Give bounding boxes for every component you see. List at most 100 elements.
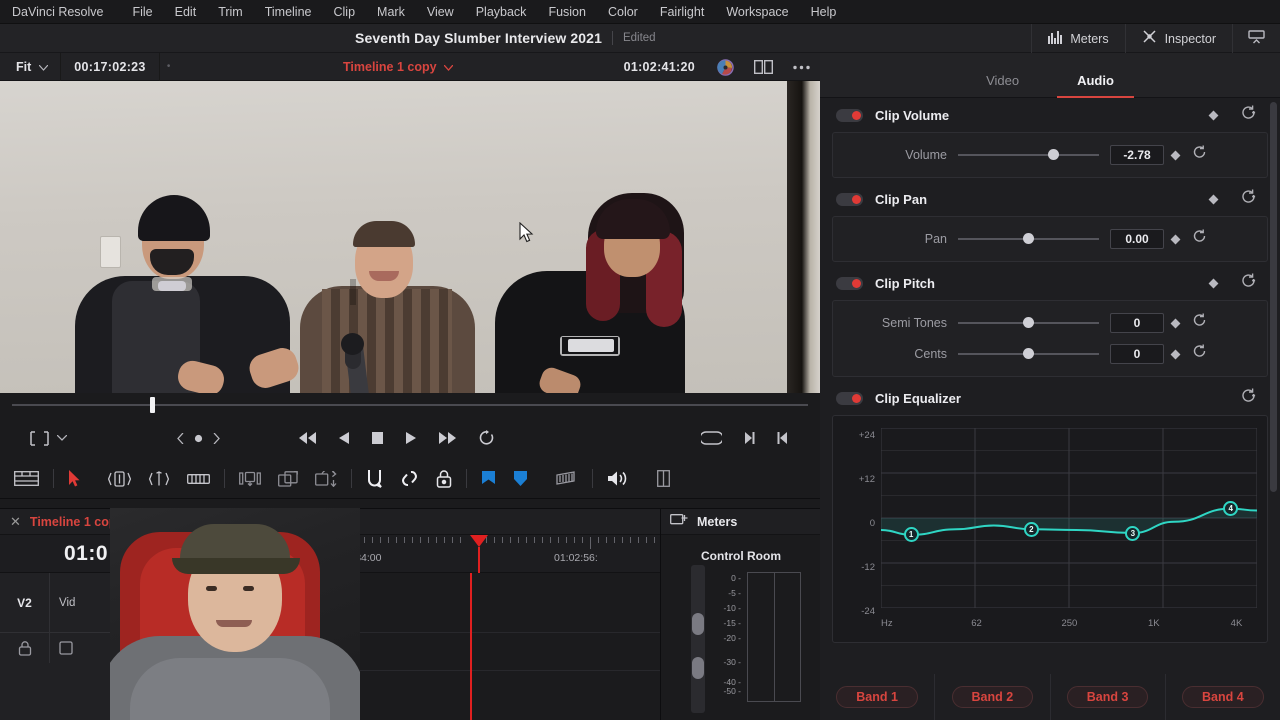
slider-knob[interactable]	[1022, 317, 1034, 328]
meter-fader-handle-1[interactable]	[692, 613, 704, 635]
menu-item-workspace[interactable]: Workspace	[715, 5, 799, 19]
eq-node-1[interactable]: 1	[903, 527, 919, 543]
marker-icon[interactable]	[513, 470, 528, 487]
keyframe-diamond-icon[interactable]	[1164, 230, 1186, 248]
pan-slider[interactable]	[958, 230, 1099, 248]
slider-knob[interactable]	[1022, 348, 1034, 359]
semitones-slider[interactable]	[958, 314, 1099, 332]
split-view-icon[interactable]	[744, 60, 783, 74]
record-timecode[interactable]: 01:02:41:20	[612, 60, 707, 74]
jump-to-start-button[interactable]	[298, 431, 317, 445]
menu-item-fairlight[interactable]: Fairlight	[649, 5, 715, 19]
reset-icon[interactable]	[1186, 313, 1212, 332]
reset-icon[interactable]	[1186, 229, 1212, 248]
next-edit-icon[interactable]	[744, 431, 755, 445]
clip-pitch-toggle[interactable]	[836, 276, 863, 290]
tab-audio[interactable]: Audio	[1057, 73, 1134, 98]
add-marker-icon[interactable]	[193, 433, 204, 444]
keyframe-diamond-icon[interactable]	[1164, 314, 1186, 332]
eq-node-2[interactable]: 2	[1023, 521, 1039, 537]
reset-all-icon[interactable]	[1236, 189, 1262, 209]
scrubber-track[interactable]	[12, 397, 808, 413]
menu-item-trim[interactable]: Trim	[207, 5, 254, 19]
inspector-button[interactable]: Inspector	[1124, 24, 1232, 53]
tab-video[interactable]: Video	[986, 73, 1019, 97]
replace-clip-icon[interactable]	[315, 470, 337, 487]
viewer-scrubber[interactable]	[0, 393, 820, 417]
band-1-button[interactable]: Band 1	[836, 686, 918, 708]
menu-item-clip[interactable]: Clip	[323, 5, 367, 19]
reset-all-icon[interactable]	[1236, 273, 1262, 293]
keyframe-diamond-icon[interactable]	[1164, 345, 1186, 363]
menu-item-color[interactable]: Color	[597, 5, 649, 19]
band-4-button[interactable]: Band 4	[1182, 686, 1264, 708]
inspector-scrollbar[interactable]	[1270, 102, 1277, 492]
close-icon[interactable]: ✕	[10, 515, 21, 528]
flag-icon[interactable]	[481, 470, 496, 487]
insert-clip-icon[interactable]	[239, 471, 261, 487]
audio-volume-icon[interactable]	[607, 470, 629, 487]
linked-selection-icon[interactable]	[400, 470, 419, 487]
clip-pan-toggle[interactable]	[836, 192, 863, 206]
chevron-down-icon[interactable]	[57, 435, 67, 441]
timeline-name-dropdown[interactable]: Timeline 1 copy	[343, 60, 454, 74]
timeline-view-icon[interactable]	[14, 471, 39, 486]
reset-all-icon[interactable]	[1236, 388, 1262, 408]
options-icon[interactable]	[783, 65, 820, 70]
color-wheel-icon[interactable]	[707, 58, 744, 76]
keyframe-diamond-icon[interactable]	[1164, 146, 1186, 164]
source-timecode[interactable]: 00:17:02:23	[61, 60, 158, 74]
menu-item-davinci-resolve[interactable]: DaVinci Resolve	[12, 5, 121, 19]
video-preview[interactable]	[0, 81, 820, 393]
keyframe-diamond-icon[interactable]	[1202, 106, 1224, 124]
meters-button[interactable]: Meters	[1031, 24, 1124, 53]
previous-edit-icon[interactable]	[777, 431, 788, 445]
menu-item-file[interactable]: File	[121, 5, 163, 19]
dynamic-trim-mode-icon[interactable]	[148, 470, 170, 487]
keyframe-diamond-icon[interactable]	[1202, 274, 1224, 292]
clip-equalizer-toggle[interactable]	[836, 391, 863, 405]
play-reverse-button[interactable]	[338, 431, 350, 445]
cents-value-field[interactable]: 0	[1110, 343, 1164, 364]
overwrite-clip-icon[interactable]	[278, 470, 298, 487]
crop-frame-icon[interactable]	[30, 430, 49, 446]
band-3-button[interactable]: Band 3	[1066, 686, 1149, 708]
eq-plot-area[interactable]: 1 2 3 4	[880, 427, 1258, 609]
lock-track-icon[interactable]	[436, 469, 452, 488]
fit-screen-icon[interactable]	[701, 431, 722, 445]
keyframe-diamond-icon[interactable]	[1202, 190, 1224, 208]
flatten-audio-icon[interactable]	[556, 471, 578, 486]
track-lock-button[interactable]	[0, 633, 50, 663]
play-forward-button[interactable]	[405, 431, 417, 445]
timeline-playhead-handle[interactable]	[470, 535, 488, 547]
timeline-current-timecode[interactable]: 01:0	[64, 542, 108, 566]
menu-item-timeline[interactable]: Timeline	[254, 5, 323, 19]
collapse-panel-button[interactable]	[1232, 24, 1280, 53]
eq-node-4[interactable]: 4	[1223, 501, 1239, 517]
jump-to-end-button[interactable]	[438, 431, 457, 445]
volume-value-field[interactable]: -2.78	[1110, 144, 1164, 165]
pan-value-field[interactable]: 0.00	[1110, 228, 1164, 249]
scrubber-playhead[interactable]	[149, 397, 155, 413]
razor-edit-icon[interactable]	[187, 472, 210, 486]
previous-marker-icon[interactable]	[177, 432, 184, 444]
eq-node-3[interactable]: 3	[1125, 525, 1141, 541]
trim-edit-mode-icon[interactable]	[108, 470, 131, 487]
meter-fader-handle-2[interactable]	[692, 657, 704, 679]
volume-slider[interactable]	[958, 146, 1099, 164]
cents-slider[interactable]	[958, 345, 1099, 363]
selection-arrow-icon[interactable]	[68, 470, 80, 487]
menu-item-help[interactable]: Help	[800, 5, 848, 19]
meter-fader-track[interactable]	[691, 565, 705, 713]
clip-volume-toggle[interactable]	[836, 108, 863, 122]
band-2-button[interactable]: Band 2	[951, 686, 1034, 708]
slider-knob[interactable]	[1022, 233, 1034, 244]
next-marker-icon[interactable]	[213, 432, 220, 444]
menu-item-view[interactable]: View	[416, 5, 465, 19]
zoom-level-dropdown[interactable]: Fit	[0, 60, 60, 74]
menu-item-playback[interactable]: Playback	[465, 5, 538, 19]
reset-icon[interactable]	[1186, 145, 1212, 164]
equalizer-graph[interactable]: +24 +12 0 -12 -24 1234 Hz 62 250 1K 4K	[832, 415, 1268, 643]
stop-button[interactable]	[371, 431, 384, 445]
snapping-magnet-icon[interactable]	[366, 469, 383, 488]
